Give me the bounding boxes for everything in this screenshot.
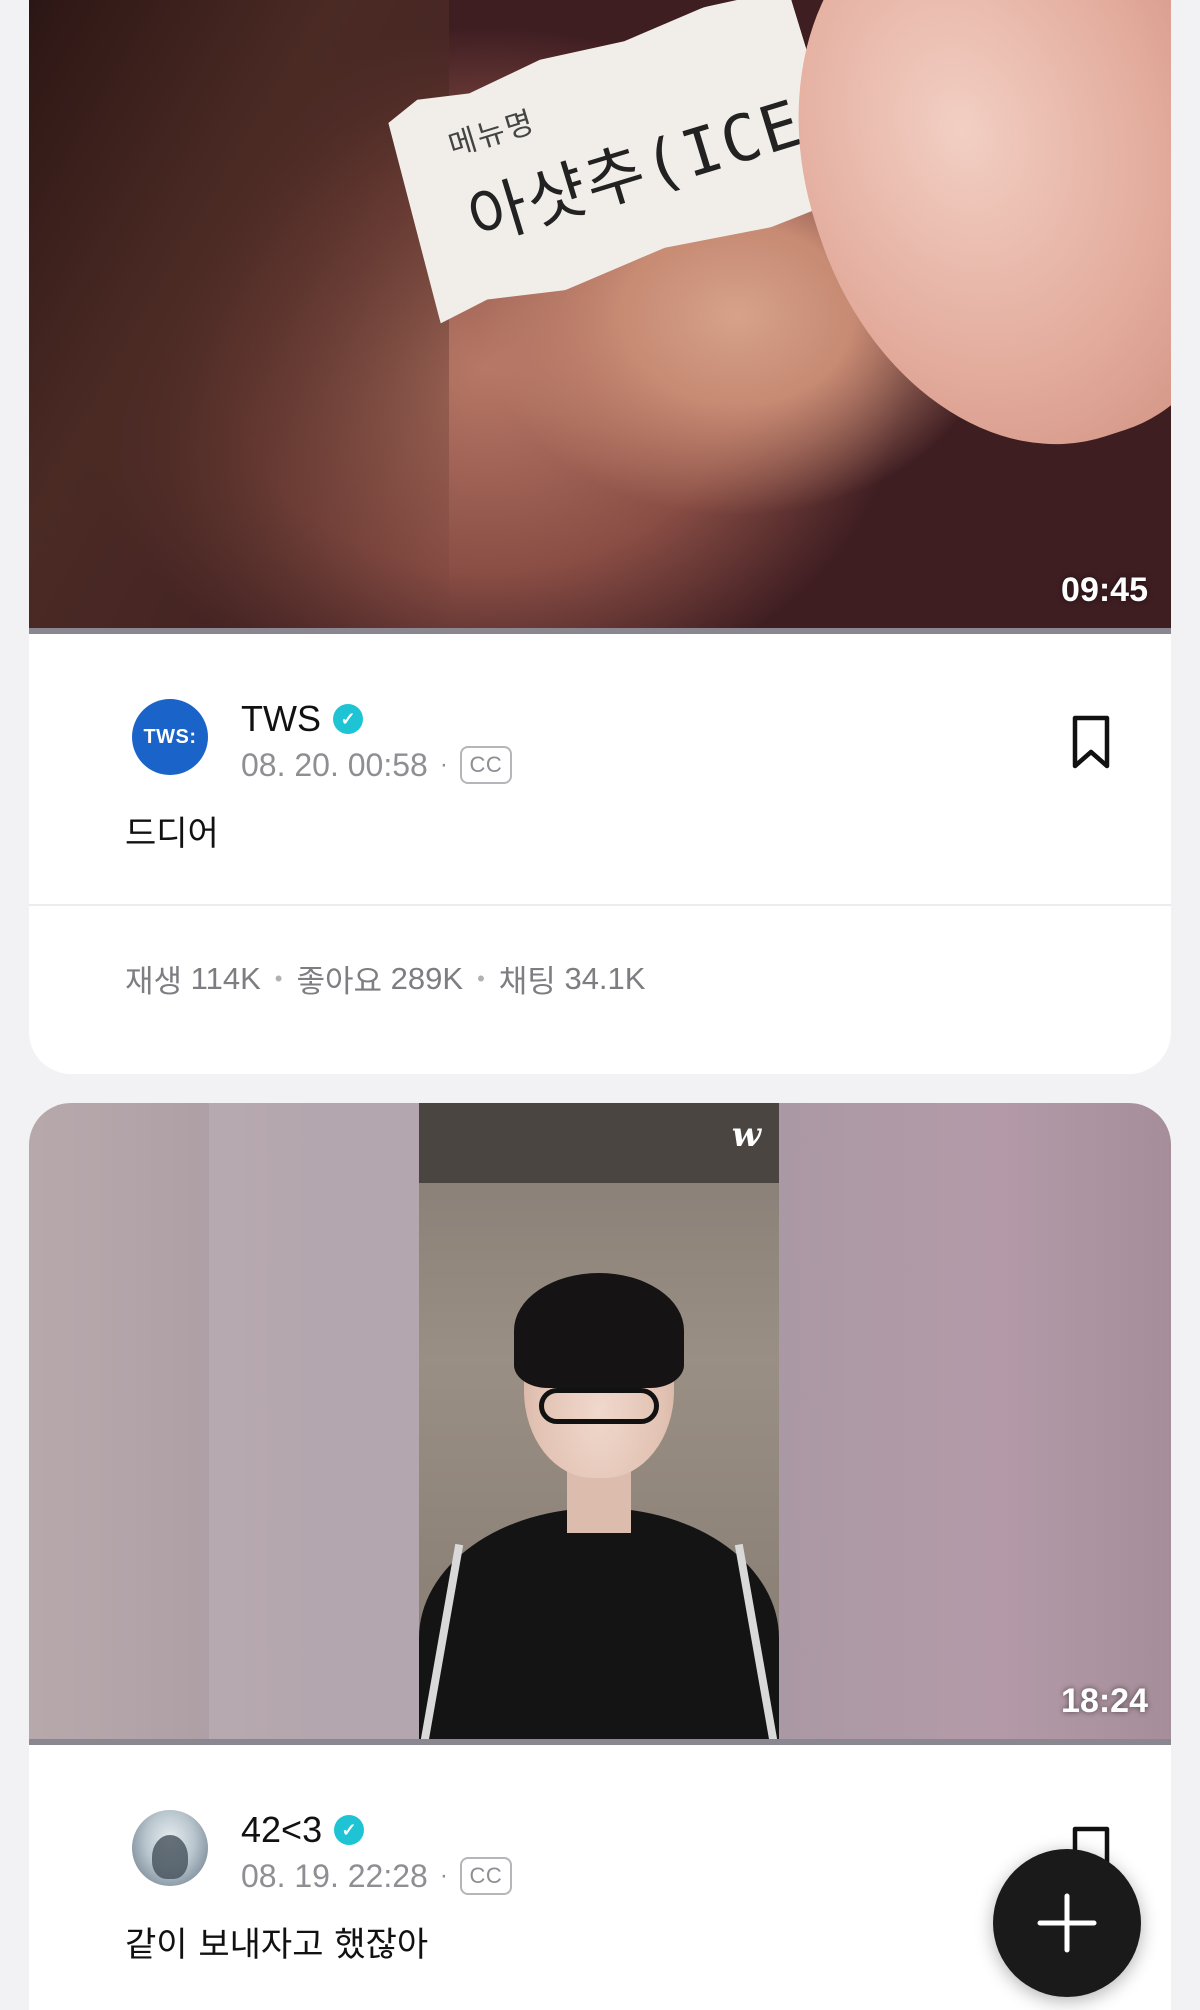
post-date: 08. 20. 00:58 (241, 746, 428, 783)
author-name[interactable]: 42<3 ✓ (241, 1809, 365, 1851)
post-stats: 재생 114K • 좋아요 289K • 채팅 34.1K (125, 960, 646, 1000)
cc-badge: CC (459, 1857, 512, 1895)
cc-badge: CC (459, 746, 512, 784)
post-info: 42<3 ✓ 08. 19. 22:28 · CC 같이 보내자고 했잖아 (29, 1745, 1171, 2010)
thumbnail-image: 메뉴명 아샷추(ICE(50 (29, 0, 1171, 634)
play-count: 114K (190, 960, 261, 996)
portrait-clip: w (418, 1103, 780, 1745)
post-date: 08. 19. 22:28 (241, 1857, 428, 1894)
weverse-logo: w (731, 1115, 761, 1155)
post-info: TWS: TWS ✓ 08. 20. 00:58 · CC 드디어 재생 114… (29, 634, 1171, 1001)
video-duration: 09:45 (1061, 571, 1148, 609)
video-thumbnail[interactable]: w 18:24 (29, 1103, 1171, 1745)
verified-badge-icon: ✓ (332, 704, 363, 734)
video-duration: 18:24 (1061, 1682, 1148, 1720)
chat-count: 34.1K (564, 960, 646, 996)
post-card: 메뉴명 아샷추(ICE(50 09:45 TWS: TWS ✓ 08. 20. … (29, 0, 1171, 1074)
like-count: 289K (390, 960, 464, 996)
post-caption: 같이 보내자고 했잖아 (125, 1925, 429, 1965)
thumbnail-image: w (29, 1103, 1171, 1745)
post-caption: 드디어 (125, 814, 219, 854)
post-card: w 18:24 42<3 ✓ 08. 19. 22:28 · CC 같이 보내자… (29, 1103, 1171, 2010)
avatar[interactable] (132, 1810, 208, 1886)
plus-icon (1037, 1893, 1097, 1953)
author-name[interactable]: TWS ✓ (241, 698, 363, 740)
create-post-button[interactable] (993, 1849, 1141, 1997)
post-meta: 08. 20. 00:58 · CC (241, 746, 512, 784)
video-thumbnail[interactable]: 메뉴명 아샷추(ICE(50 09:45 (29, 0, 1171, 634)
bookmark-icon[interactable] (1067, 714, 1115, 770)
avatar[interactable]: TWS: (132, 699, 208, 775)
video-feed: 메뉴명 아샷추(ICE(50 09:45 TWS: TWS ✓ 08. 20. … (0, 0, 1200, 2010)
post-meta: 08. 19. 22:28 · CC (241, 1857, 512, 1895)
verified-badge-icon: ✓ (334, 1815, 365, 1845)
author-row: 42<3 ✓ 08. 19. 22:28 · CC (77, 1745, 1123, 1895)
author-row: TWS: TWS ✓ 08. 20. 00:58 · CC (77, 634, 1123, 784)
